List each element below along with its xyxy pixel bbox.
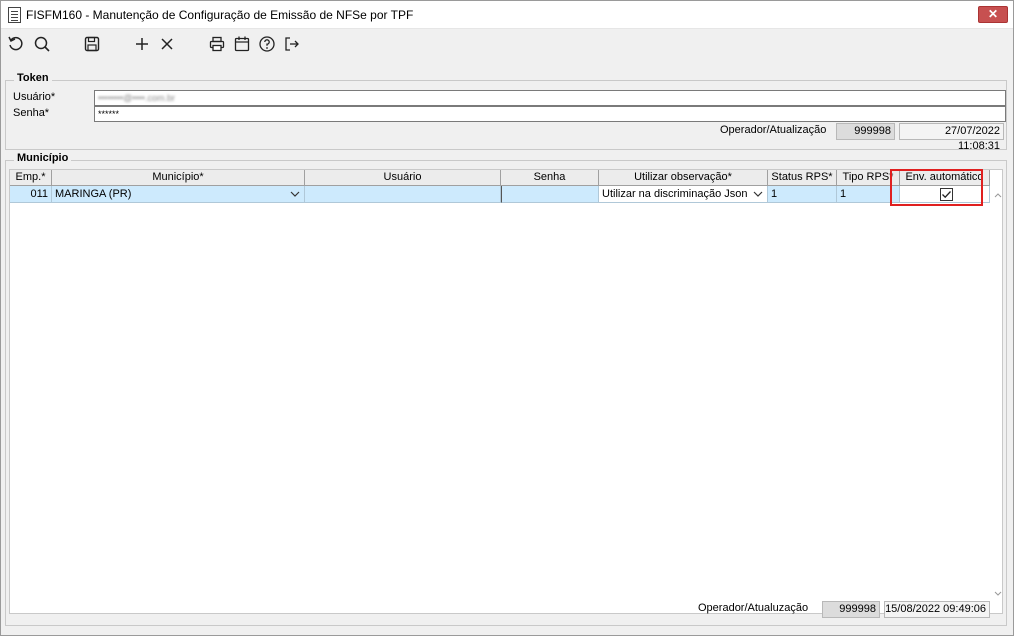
calendar-button[interactable] xyxy=(231,33,253,55)
col-header-emp[interactable]: Emp.* xyxy=(10,170,52,186)
checkmark-icon xyxy=(942,191,951,199)
save-icon xyxy=(84,36,100,52)
calendar-icon xyxy=(234,36,250,52)
col-header-env-automatico[interactable]: Env. automático xyxy=(900,170,990,186)
cell-env-automatico[interactable] xyxy=(900,186,990,203)
token-group: Token Usuário* ••••••••@••••.com.br Senh… xyxy=(5,72,1007,152)
chevron-down-icon[interactable] xyxy=(752,188,764,200)
save-button[interactable] xyxy=(81,33,103,55)
main-window: FISFM160 - Manutenção de Configuração de… xyxy=(0,0,1014,636)
usuario-label: Usuário* xyxy=(13,91,56,103)
municipio-value: MARINGA (PR) xyxy=(55,188,132,200)
col-header-status-rps[interactable]: Status RPS* xyxy=(768,170,837,186)
observacao-value: Utilizar na discriminação Json xyxy=(602,188,748,200)
title-bar: FISFM160 - Manutenção de Configuração de… xyxy=(1,1,1013,29)
col-header-observacao[interactable]: Utilizar observação* xyxy=(599,170,768,186)
cell-status-rps[interactable]: 1 xyxy=(768,186,837,203)
cell-emp[interactable]: 011 xyxy=(10,186,52,203)
help-icon xyxy=(259,36,275,52)
cell-senha[interactable] xyxy=(501,186,599,203)
document-icon xyxy=(8,7,21,23)
search-button[interactable] xyxy=(31,33,53,55)
add-button[interactable] xyxy=(131,33,153,55)
usuario-input[interactable]: ••••••••@••••.com.br xyxy=(94,90,1006,106)
col-header-senha[interactable]: Senha xyxy=(501,170,599,186)
print-icon xyxy=(209,36,225,52)
cell-tipo-rps[interactable]: 1 xyxy=(837,186,900,203)
add-icon xyxy=(136,38,148,50)
token-operador-date: 27/07/2022 11:08:31 xyxy=(899,123,1004,152)
scroll-down-button[interactable] xyxy=(993,588,1003,598)
help-button[interactable] xyxy=(256,33,278,55)
cell-observacao[interactable]: Utilizar na discriminação Json xyxy=(599,186,768,203)
col-header-tipo-rps[interactable]: Tipo RPS* xyxy=(837,170,900,186)
cell-municipio[interactable]: MARINGA (PR) xyxy=(52,186,305,203)
exit-button[interactable] xyxy=(281,33,303,55)
chevron-up-icon xyxy=(994,193,1002,198)
env-automatico-checkbox[interactable] xyxy=(940,188,953,201)
usuario-value: ••••••••@••••.com.br xyxy=(98,93,175,103)
senha-value: ****** xyxy=(98,109,120,119)
undo-button[interactable] xyxy=(5,33,27,55)
municipio-legend: Município xyxy=(14,152,72,164)
exit-icon xyxy=(285,37,299,51)
cell-usuario[interactable] xyxy=(305,186,501,203)
col-header-usuario[interactable]: Usuário xyxy=(305,170,501,186)
scroll-up-button[interactable] xyxy=(993,190,1003,200)
token-legend: Token xyxy=(14,72,52,84)
window-title: FISFM160 - Manutenção de Configuração de… xyxy=(26,8,414,22)
token-operador-code: 999998 xyxy=(836,123,895,140)
token-operador-label: Operador/Atualização xyxy=(720,124,827,136)
delete-button[interactable] xyxy=(156,33,178,55)
chevron-down-icon xyxy=(994,591,1002,596)
search-icon xyxy=(34,36,50,52)
delete-icon xyxy=(161,38,173,50)
toolbar xyxy=(1,29,1013,59)
senha-input[interactable]: ****** xyxy=(94,106,1006,122)
municipio-grid: Emp.* Município* Usuário Senha Utilizar … xyxy=(9,169,1003,614)
undo-icon xyxy=(8,36,23,51)
col-header-municipio[interactable]: Município* xyxy=(52,170,305,186)
senha-label: Senha* xyxy=(13,107,50,119)
close-button[interactable]: ✕ xyxy=(978,6,1008,23)
municipio-operador-code: 999998 xyxy=(822,601,880,618)
municipio-operador-label: Operador/Atualuzação xyxy=(698,602,809,614)
print-button[interactable] xyxy=(206,33,228,55)
chevron-down-icon[interactable] xyxy=(289,188,301,200)
content-area: Token Usuário* ••••••••@••••.com.br Senh… xyxy=(1,59,1013,635)
municipio-operador-date: 15/08/2022 09:49:06 xyxy=(884,601,990,618)
